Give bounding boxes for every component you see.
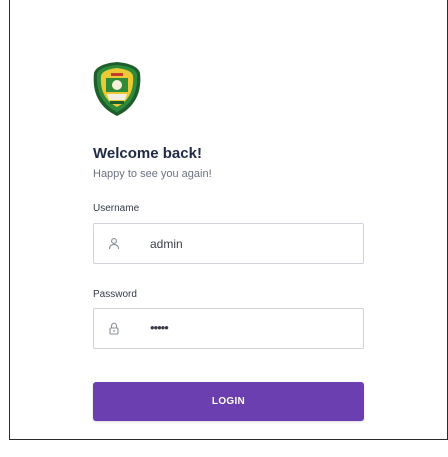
username-value: admin (150, 237, 183, 251)
password-label: Password (93, 289, 137, 300)
user-icon (108, 238, 120, 250)
username-label: Username (93, 203, 140, 214)
regional-government-crest-icon (93, 62, 141, 116)
login-button[interactable]: LOGIN (93, 382, 364, 421)
page-subtitle: Happy to see you again! (93, 168, 212, 180)
login-card (9, 0, 448, 440)
lock-icon (109, 322, 119, 335)
password-value: ••••• (150, 320, 169, 335)
password-field[interactable]: ••••• (93, 308, 364, 349)
page-title: Welcome back! (93, 145, 202, 162)
username-field[interactable]: admin (93, 223, 364, 264)
page-background (0, 440, 448, 457)
